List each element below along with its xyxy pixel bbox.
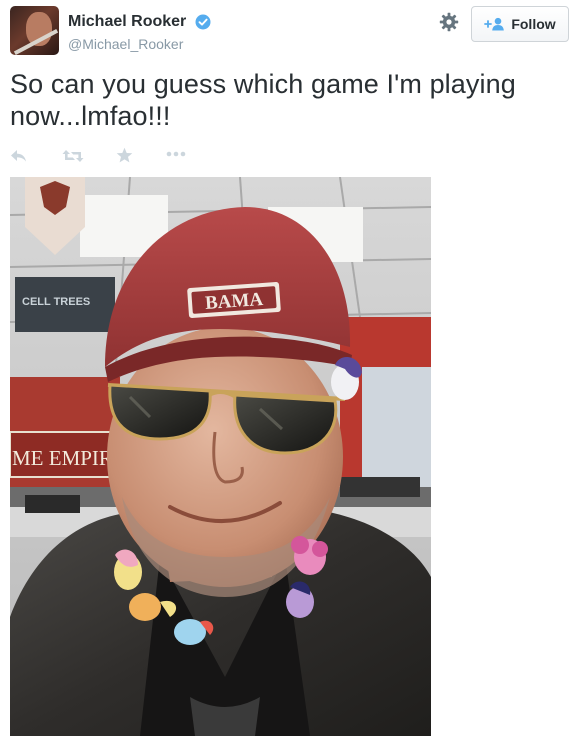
author-display-name[interactable]: Michael Rooker: [68, 13, 186, 31]
selfie-image: CELL TREES ME EMPIRE BAMA: [10, 177, 431, 736]
avatar[interactable]: [10, 6, 59, 55]
reply-icon[interactable]: [10, 149, 28, 163]
poster-text: CELL TREES: [22, 296, 90, 308]
author-handle[interactable]: @Michael_Rooker: [68, 36, 211, 52]
gear-icon[interactable]: [439, 12, 459, 32]
more-icon[interactable]: [166, 150, 186, 158]
favorite-icon[interactable]: [116, 147, 133, 164]
tweet-header: Michael Rooker @Michael_Rooker Follow: [0, 0, 576, 60]
retweet-icon[interactable]: [62, 149, 84, 163]
tweet-photo[interactable]: CELL TREES ME EMPIRE BAMA: [10, 177, 431, 736]
tweet-text: So can you guess which game I'm playing …: [10, 69, 516, 131]
follow-button[interactable]: Follow: [471, 6, 569, 42]
verified-badge-icon: [195, 14, 211, 30]
author-block[interactable]: Michael Rooker @Michael_Rooker: [68, 13, 211, 52]
add-user-icon: [484, 17, 505, 31]
follow-label: Follow: [511, 16, 556, 32]
cap-text: BAMA: [204, 289, 264, 314]
